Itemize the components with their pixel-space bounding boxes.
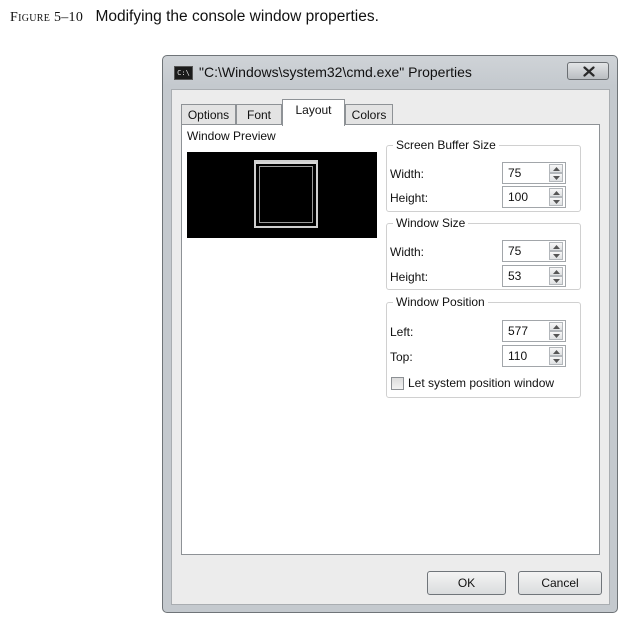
spin-down-button[interactable] bbox=[549, 331, 563, 340]
preview-window-outline bbox=[254, 160, 318, 228]
window-width-spinner[interactable]: 75 bbox=[502, 240, 566, 262]
window-height-label: Height: bbox=[390, 270, 429, 284]
buffer-width-label: Width: bbox=[390, 167, 425, 181]
figure-label: Figure 5–10 bbox=[10, 10, 84, 25]
chevron-up-icon bbox=[553, 191, 560, 195]
tab-options[interactable]: Options bbox=[181, 104, 236, 125]
screen-buffer-size-legend: Screen Buffer Size bbox=[396, 138, 496, 152]
position-top-label: Top: bbox=[390, 350, 413, 364]
let-system-position-checkbox[interactable] bbox=[391, 377, 404, 390]
figure-caption: Figure 5–10 Modifying the console window… bbox=[10, 8, 379, 26]
spin-down-button[interactable] bbox=[549, 197, 563, 206]
window-width-value[interactable]: 75 bbox=[508, 244, 521, 258]
spin-down-button[interactable] bbox=[549, 276, 563, 285]
chevron-down-icon bbox=[553, 334, 560, 338]
window-height-spinner[interactable]: 53 bbox=[502, 265, 566, 287]
window-title: "C:\Windows\system32\cmd.exe" Properties bbox=[199, 64, 472, 80]
title-bar[interactable]: C:\ "C:\Windows\system32\cmd.exe" Proper… bbox=[163, 56, 617, 90]
chevron-up-icon bbox=[553, 245, 560, 249]
spin-down-button[interactable] bbox=[549, 356, 563, 365]
position-left-value[interactable]: 577 bbox=[508, 324, 528, 338]
close-button[interactable] bbox=[567, 62, 609, 80]
spin-up-button[interactable] bbox=[549, 188, 563, 197]
preview-title-bar bbox=[256, 162, 316, 164]
layout-tab-panel: Window Preview Screen Buffer Size Width:… bbox=[181, 124, 600, 555]
position-top-spinner[interactable]: 110 bbox=[502, 345, 566, 367]
position-top-value[interactable]: 110 bbox=[508, 349, 527, 363]
chevron-up-icon bbox=[553, 167, 560, 171]
properties-dialog: C:\ "C:\Windows\system32\cmd.exe" Proper… bbox=[162, 55, 618, 613]
console-app-icon: C:\ bbox=[174, 66, 193, 80]
spin-up-button[interactable] bbox=[549, 164, 563, 173]
chevron-down-icon bbox=[553, 254, 560, 258]
tab-layout[interactable]: Layout bbox=[282, 99, 345, 126]
dialog-client-area: Options Font Layout Colors Window Previe… bbox=[171, 89, 610, 605]
window-position-legend: Window Position bbox=[396, 295, 485, 309]
chevron-down-icon bbox=[553, 359, 560, 363]
caption-text: Modifying the console window properties. bbox=[95, 8, 379, 25]
tab-colors[interactable]: Colors bbox=[345, 104, 393, 125]
ok-button[interactable]: OK bbox=[427, 571, 506, 595]
buffer-width-spinner[interactable]: 75 bbox=[502, 162, 566, 184]
spin-down-button[interactable] bbox=[549, 173, 563, 182]
cancel-button[interactable]: Cancel bbox=[518, 571, 602, 595]
chevron-up-icon bbox=[553, 350, 560, 354]
spin-up-button[interactable] bbox=[549, 347, 563, 356]
tab-font[interactable]: Font bbox=[236, 104, 282, 125]
window-height-value[interactable]: 53 bbox=[508, 269, 521, 283]
buffer-height-label: Height: bbox=[390, 191, 429, 205]
buffer-height-value[interactable]: 100 bbox=[508, 190, 528, 204]
preview-client-outline bbox=[259, 166, 313, 223]
chevron-down-icon bbox=[553, 176, 560, 180]
spin-up-button[interactable] bbox=[549, 267, 563, 276]
position-left-spinner[interactable]: 577 bbox=[502, 320, 566, 342]
buffer-height-spinner[interactable]: 100 bbox=[502, 186, 566, 208]
window-width-label: Width: bbox=[390, 245, 425, 259]
let-system-position-label[interactable]: Let system position window bbox=[408, 376, 554, 390]
buffer-width-value[interactable]: 75 bbox=[508, 166, 521, 180]
chevron-up-icon bbox=[553, 270, 560, 274]
spin-down-button[interactable] bbox=[549, 251, 563, 260]
window-preview-label: Window Preview bbox=[187, 129, 276, 143]
chevron-down-icon bbox=[553, 200, 560, 204]
window-preview bbox=[187, 152, 377, 238]
spin-up-button[interactable] bbox=[549, 242, 563, 251]
close-x-icon bbox=[583, 66, 595, 77]
window-size-legend: Window Size bbox=[396, 216, 466, 230]
spin-up-button[interactable] bbox=[549, 322, 563, 331]
chevron-down-icon bbox=[553, 279, 560, 283]
chevron-up-icon bbox=[553, 325, 560, 329]
position-left-label: Left: bbox=[390, 325, 414, 339]
